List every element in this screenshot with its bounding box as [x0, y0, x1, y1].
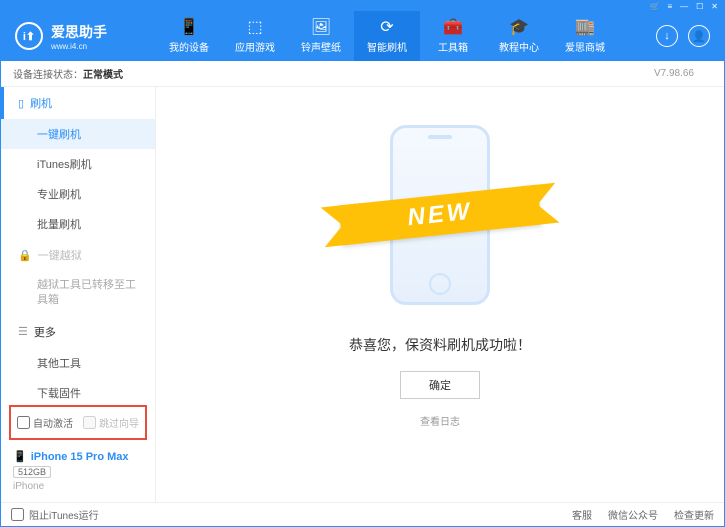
main-content: NEW 恭喜您，保资料刷机成功啦！ 确定 查看日志 [156, 87, 724, 502]
logo-icon [15, 22, 43, 50]
logo: 爱思助手 www.i4.cn [1, 22, 156, 51]
app-name: 爱思助手 [51, 22, 107, 42]
device-status: 设备连接状态：正常模式 V7.98.66 [1, 61, 724, 87]
footer: 阻止iTunes运行 客服 微信公众号 检查更新 [1, 502, 724, 526]
sidebar-item-download-firmware[interactable]: 下载固件 [1, 378, 155, 401]
nav-store[interactable]: 🏬爱思商城 [552, 11, 618, 61]
app-url: www.i4.cn [51, 42, 107, 51]
options-box: 自动激活 跳过向导 [9, 405, 147, 440]
list-icon: ☰ [18, 325, 28, 338]
sidebar-group-more[interactable]: ☰更多 [1, 316, 155, 348]
header: 爱思助手 www.i4.cn 📱我的设备 ⬚应用游戏 🖼铃声壁纸 ⟳智能刷机 🧰… [1, 11, 724, 61]
auto-activate-checkbox[interactable]: 自动激活 [17, 415, 73, 430]
close-icon[interactable]: ✕ [711, 2, 718, 11]
top-nav: 📱我的设备 ⬚应用游戏 🖼铃声壁纸 ⟳智能刷机 🧰工具箱 🎓教程中心 🏬爱思商城 [156, 11, 642, 61]
footer-link-wechat[interactable]: 微信公众号 [608, 507, 658, 522]
minimize-icon[interactable]: — [680, 2, 688, 11]
device-info: 📱iPhone 15 Pro Max 512GB iPhone [1, 444, 155, 502]
footer-link-update[interactable]: 检查更新 [674, 507, 714, 522]
sidebar-item-batch-flash[interactable]: 批量刷机 [1, 209, 155, 239]
block-itunes-label: 阻止iTunes运行 [29, 507, 99, 522]
success-message: 恭喜您，保资料刷机成功啦！ [349, 335, 531, 355]
sidebar: ▯刷机 一键刷机 iTunes刷机 专业刷机 批量刷机 🔒一键越狱 越狱工具已转… [1, 87, 155, 401]
nav-toolbox[interactable]: 🧰工具箱 [420, 11, 486, 61]
nav-ringtone-wallpaper[interactable]: 🖼铃声壁纸 [288, 11, 354, 61]
nav-my-device[interactable]: 📱我的设备 [156, 11, 222, 61]
user-icon[interactable]: 👤 [688, 25, 710, 47]
view-log-link[interactable]: 查看日志 [420, 413, 460, 428]
device-icon: 📱 [13, 450, 27, 463]
device-storage: 512GB [13, 466, 51, 478]
device-type: iPhone [13, 481, 143, 492]
device-name[interactable]: 📱iPhone 15 Pro Max [13, 450, 143, 463]
sidebar-item-jailbreak-notice: 越狱工具已转移至工具箱 [1, 271, 155, 316]
download-icon[interactable]: ↓ [656, 25, 678, 47]
block-itunes-checkbox[interactable] [11, 508, 24, 521]
nav-smart-flash[interactable]: ⟳智能刷机 [354, 11, 420, 61]
menu-icon[interactable]: ≡ [667, 2, 672, 11]
nav-apps-games[interactable]: ⬚应用游戏 [222, 11, 288, 61]
lock-icon: 🔒 [18, 249, 32, 262]
sidebar-item-itunes-flash[interactable]: iTunes刷机 [1, 149, 155, 179]
sidebar-item-one-click-flash[interactable]: 一键刷机 [1, 119, 155, 149]
nav-tutorials[interactable]: 🎓教程中心 [486, 11, 552, 61]
skip-guide-checkbox: 跳过向导 [83, 415, 139, 430]
footer-link-support[interactable]: 客服 [572, 507, 592, 522]
maximize-icon[interactable]: ☐ [696, 2, 703, 11]
ok-button[interactable]: 确定 [400, 371, 480, 399]
version-text: V7.98.66 [654, 68, 694, 79]
sidebar-group-jailbreak: 🔒一键越狱 [1, 239, 155, 271]
cart-icon[interactable]: 🛒 [649, 2, 659, 11]
phone-icon: ▯ [18, 97, 24, 110]
sidebar-item-pro-flash[interactable]: 专业刷机 [1, 179, 155, 209]
sidebar-item-other-tools[interactable]: 其他工具 [1, 348, 155, 378]
sidebar-group-flash[interactable]: ▯刷机 [1, 87, 155, 119]
success-illustration: NEW [365, 115, 515, 315]
